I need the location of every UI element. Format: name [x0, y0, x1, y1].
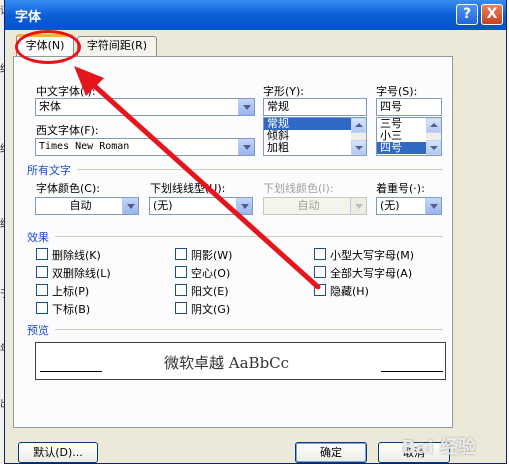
- font-style-value: 常规: [267, 100, 289, 113]
- outline-checkbox[interactable]: [175, 266, 187, 278]
- western-font-select[interactable]: Times New Roman: [35, 138, 255, 156]
- ok-button[interactable]: 确定: [295, 442, 367, 463]
- tab-character-spacing[interactable]: 字符间距(R): [77, 36, 157, 56]
- group-divider: [55, 236, 443, 237]
- font-size-list[interactable]: 三号 小三 四号: [376, 117, 442, 156]
- all-text-group-title: 所有文字: [27, 164, 71, 177]
- scroll-down-icon[interactable]: [426, 140, 441, 155]
- small-caps-checkbox[interactable]: [314, 248, 326, 260]
- group-divider: [77, 169, 443, 170]
- chevron-down-icon[interactable]: [238, 99, 254, 115]
- scroll-down-icon[interactable]: [351, 140, 366, 155]
- underline-color-select: 自动: [263, 197, 367, 215]
- strikethrough-label[interactable]: 删除线(K): [52, 247, 101, 263]
- close-icon: X: [486, 6, 498, 22]
- font-style-list[interactable]: 常规 倾斜 加粗: [263, 117, 367, 156]
- underline-color-label: 下划线颜色(I):: [263, 182, 334, 195]
- western-font-label: 西文字体(F):: [36, 124, 99, 137]
- all-caps-checkbox[interactable]: [314, 266, 326, 278]
- annotation-circle: [15, 30, 81, 64]
- group-divider: [55, 329, 443, 330]
- effects-group-title: 效果: [27, 231, 49, 244]
- scroll-up-icon[interactable]: [426, 118, 441, 133]
- emphasis-mark-label: 着重号(·):: [376, 182, 425, 195]
- preview-sample-text: 微软卓越 AaBbCc: [164, 354, 290, 372]
- close-button[interactable]: X: [481, 4, 503, 25]
- subscript-checkbox[interactable]: [36, 302, 48, 314]
- font-size-input[interactable]: 四号: [376, 98, 442, 116]
- font-size-scrollbar[interactable]: [426, 118, 441, 155]
- chevron-down-icon[interactable]: [236, 198, 252, 214]
- font-style-input[interactable]: 常规: [263, 98, 367, 116]
- help-button[interactable]: ?: [456, 4, 478, 25]
- outline-label[interactable]: 空心(O): [191, 265, 230, 281]
- scroll-up-icon[interactable]: [351, 118, 366, 133]
- emboss-checkbox[interactable]: [175, 284, 187, 296]
- underline-color-value: 自动: [297, 199, 320, 212]
- small-caps-label[interactable]: 小型大写字母(M): [330, 247, 414, 263]
- superscript-label[interactable]: 上标(P): [52, 283, 89, 299]
- default-button[interactable]: 默认(D)...: [18, 442, 98, 463]
- font-size-label: 字号(S):: [376, 85, 418, 98]
- double-strikethrough-label[interactable]: 双删除线(L): [52, 265, 111, 281]
- double-strikethrough-checkbox[interactable]: [36, 266, 48, 278]
- preview-box: 微软卓越 AaBbCc: [35, 342, 446, 380]
- chevron-down-icon: [350, 198, 366, 214]
- title-bar[interactable]: 字体 ? X: [5, 0, 506, 30]
- chinese-font-label: 中文字体(I):: [36, 85, 96, 98]
- dialog-title: 字体: [15, 10, 42, 25]
- chevron-down-icon[interactable]: [238, 139, 254, 155]
- preview-baseline-right: [381, 371, 443, 372]
- underline-style-select[interactable]: (无): [149, 197, 253, 215]
- shadow-label[interactable]: 阴影(W): [191, 247, 232, 263]
- engrave-label[interactable]: 阴文(G): [191, 301, 230, 317]
- superscript-checkbox[interactable]: [36, 284, 48, 296]
- font-color-value: 自动: [69, 199, 92, 212]
- emboss-label[interactable]: 阳文(E): [191, 283, 229, 299]
- western-font-value: Times New Roman: [39, 141, 130, 152]
- strikethrough-checkbox[interactable]: [36, 248, 48, 260]
- watermark-logo: Bai 经验: [401, 437, 476, 458]
- preview-group-title: 预览: [27, 324, 49, 337]
- chevron-down-icon[interactable]: [122, 198, 138, 214]
- hidden-label[interactable]: 隐藏(H): [330, 283, 369, 299]
- engrave-checkbox[interactable]: [175, 302, 187, 314]
- subscript-label[interactable]: 下标(B): [52, 301, 90, 317]
- chinese-font-value: 宋体: [39, 100, 61, 113]
- font-color-select[interactable]: 自动: [35, 197, 139, 215]
- chinese-font-select[interactable]: 宋体: [35, 98, 255, 116]
- chevron-down-icon[interactable]: [425, 198, 441, 214]
- font-size-value: 四号: [380, 100, 402, 113]
- help-icon: ?: [462, 6, 472, 22]
- font-dialog: 字体 ? X 字体(N) 字符间距(R) 中文字体(I): 宋体 西文字体(F)…: [4, 0, 507, 464]
- emphasis-mark-value: (无): [380, 199, 400, 212]
- font-style-label: 字形(Y):: [263, 85, 305, 98]
- font-style-scrollbar[interactable]: [351, 118, 366, 155]
- hidden-checkbox[interactable]: [314, 284, 326, 296]
- shadow-checkbox[interactable]: [175, 248, 187, 260]
- emphasis-mark-select[interactable]: (无): [376, 197, 442, 215]
- underline-style-label: 下划线线型(U):: [150, 182, 226, 195]
- preview-baseline-left: [40, 371, 102, 372]
- underline-style-value: (无): [153, 199, 173, 212]
- font-color-label: 字体颜色(C):: [36, 182, 100, 195]
- all-caps-label[interactable]: 全部大写字母(A): [330, 265, 412, 281]
